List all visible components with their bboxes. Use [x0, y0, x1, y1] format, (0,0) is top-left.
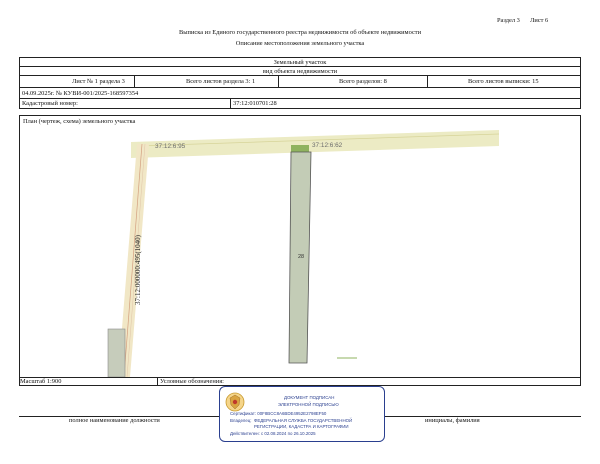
sig-owner2: РЕГИСТРАЦИИ, КАДАСТРА И КАРТОГРАФИИ	[254, 424, 349, 429]
extract-number: 04.09.2025г. № КУВИ-001/2025-168597354	[22, 89, 139, 97]
scale-label: Масштаб 1:900	[20, 378, 62, 385]
green-strip	[291, 145, 309, 152]
neighbor-block	[107, 328, 126, 377]
name-caption: инициалы, фамилия	[425, 417, 480, 424]
sig-line2: ЭЛЕКТРОННОЙ ПОДПИСЬЮ	[278, 402, 339, 407]
sig-owner-label: Владелец:	[230, 418, 252, 423]
total-sections: Всего разделов: 8	[339, 78, 387, 85]
page-subtitle: Описание местоположения земельного участ…	[235, 40, 365, 47]
label-top-left: 37:12:6:95	[155, 143, 186, 150]
legend-label: Условные обозначения:	[160, 378, 224, 385]
electronic-signature-stamp: ДОКУМЕНТ ПОДПИСАН ЭЛЕКТРОННОЙ ПОДПИСЬЮ С…	[219, 386, 385, 442]
object-kind-caption: вид объекта недвижимости	[262, 67, 338, 75]
sig-line1: ДОКУМЕНТ ПОДПИСАН	[284, 395, 335, 400]
page-title: Выписка из Единого государственного реес…	[178, 29, 421, 36]
object-name: Земельный участок	[273, 58, 327, 66]
label-top-right: 37:12:6:62	[312, 142, 343, 149]
plan-drawing: 37:12:6:95 37:12:6:62 28 37:12:000000:49…	[107, 130, 500, 377]
sig-cert: Сертификат: 00F8BCC8A6BDE4952E2798EF50	[230, 411, 327, 416]
label-parcel: 28	[298, 254, 304, 260]
sig-owner1: ФЕДЕРАЛЬНАЯ СЛУЖБА ГОСУДАРСТВЕННОЙ	[254, 418, 353, 423]
sheet-info-row: Лист № 1 раздела 3 Всего листов раздела …	[19, 75, 581, 87]
position-caption: полное наименование должности	[69, 417, 160, 424]
emblem-icon	[225, 392, 245, 412]
section-number: Раздел 3	[497, 17, 520, 24]
sheet-number: Лист 6	[530, 17, 549, 24]
extract-number-row: 04.09.2025г. № КУВИ-001/2025-168597354	[19, 87, 581, 98]
cadastral-label: Кадастровый номер:	[22, 100, 78, 107]
total-sheets-extract: Всего листов выписки: 15	[468, 78, 539, 85]
sheet-in-section: Лист № 1 раздела 3	[72, 78, 125, 85]
object-name-row: Земельный участок	[19, 57, 581, 66]
cadastral-row: Кадастровый номер: 37:12:010701:28	[19, 98, 581, 109]
object-kind-row: вид объекта недвижимости	[19, 66, 581, 75]
cadastral-value: 37:12:010701:28	[233, 100, 277, 107]
sig-valid: Действителен: с 02.08.2024 по 26.10.2025	[230, 431, 316, 436]
plan-title: План (чертеж, схема) земельного участка	[23, 118, 136, 125]
total-sheets-section: Всего листов раздела 3: 1	[186, 78, 256, 85]
label-vertical: 37:12:000000:495(1040)	[134, 234, 142, 305]
